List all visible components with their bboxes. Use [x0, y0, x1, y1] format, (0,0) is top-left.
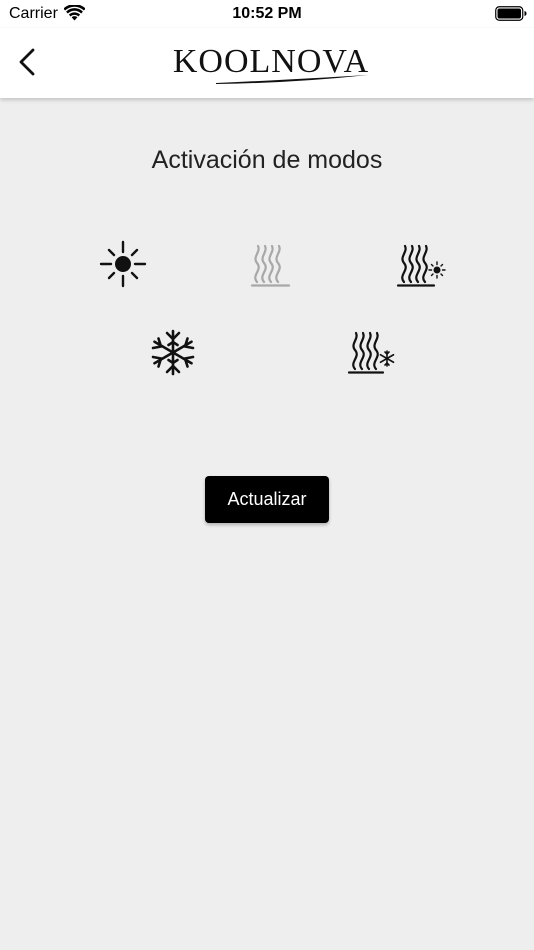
- mode-heat-button[interactable]: [249, 242, 291, 288]
- heat-waves-sun-icon: [396, 244, 446, 287]
- back-button[interactable]: [10, 44, 46, 80]
- battery-icon: [495, 6, 527, 21]
- mode-cool-button[interactable]: [150, 329, 196, 376]
- page-title: Activación de modos: [151, 146, 383, 174]
- sun-icon: [99, 240, 147, 288]
- mode-sun-button[interactable]: [99, 240, 147, 288]
- update-button[interactable]: Actualizar: [205, 476, 329, 523]
- nav-bar: KOOLNOVA: [0, 28, 534, 98]
- brand-logo: KOOLNOVA: [170, 40, 372, 86]
- heat-waves-icon: [250, 244, 291, 287]
- status-bar: Carrier 10:52 PM: [0, 0, 534, 28]
- mode-heat-sun-button[interactable]: [396, 242, 446, 288]
- mode-heat-cool-button[interactable]: [347, 331, 397, 375]
- logo-swoosh: [216, 75, 368, 84]
- status-time: 10:52 PM: [232, 5, 302, 22]
- chevron-left-icon: [19, 48, 35, 76]
- snowflake-icon: [151, 329, 195, 376]
- heat-waves-snowflake-icon: [347, 331, 395, 374]
